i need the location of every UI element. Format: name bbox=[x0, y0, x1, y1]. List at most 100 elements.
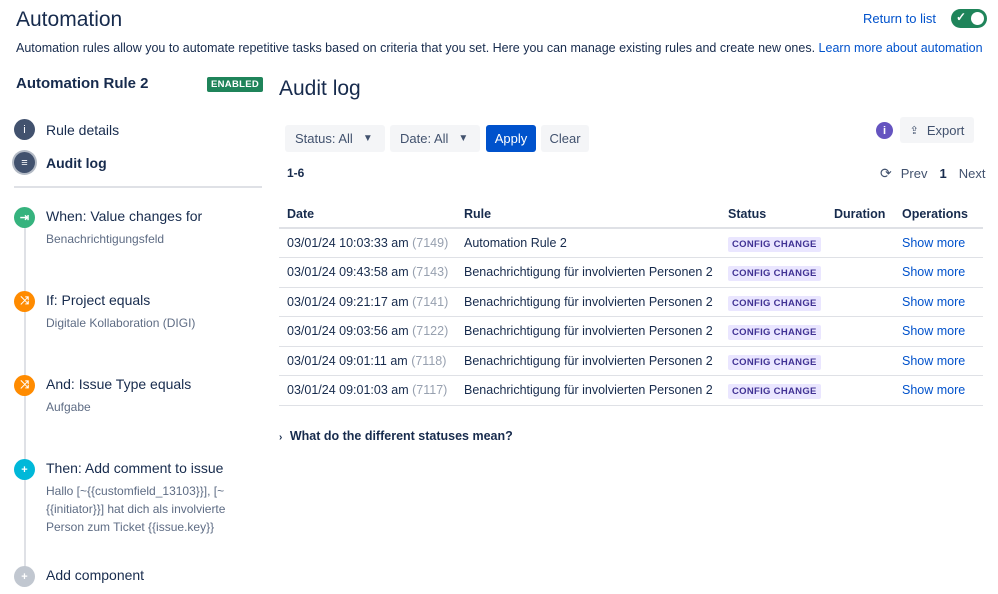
date-cell: 03/01/24 09:01:03 am (7117) bbox=[279, 375, 456, 406]
date-filter-label: Date: All bbox=[400, 131, 449, 146]
status-lozenge: CONFIG CHANGE bbox=[728, 295, 821, 311]
column-header: Status bbox=[720, 200, 826, 229]
chevron-right-icon: › bbox=[279, 432, 283, 443]
status-lozenge: CONFIG CHANGE bbox=[728, 266, 821, 282]
enabled-badge: ENABLED bbox=[207, 77, 264, 92]
chevron-down-icon: ▼ bbox=[362, 133, 373, 144]
plus-icon: + bbox=[14, 566, 35, 587]
status-lozenge: CONFIG CHANGE bbox=[728, 325, 821, 341]
check-icon: ✓ bbox=[956, 10, 967, 24]
table-row: 03/01/24 09:43:58 am (7143) Benachrichtig… bbox=[279, 257, 983, 288]
component-title: And: Issue Type equals bbox=[46, 376, 192, 392]
column-header: Rule bbox=[456, 200, 720, 229]
duration-cell bbox=[826, 375, 894, 406]
operations-cell: Show more bbox=[894, 228, 983, 258]
rule-cell: Benachrichtigung für involvierten Person… bbox=[456, 346, 720, 376]
rule-cell: Benachrichtigung für involvierten Person… bbox=[456, 287, 720, 317]
rule-cell: Benachrichtigung für involvierten Person… bbox=[456, 257, 720, 288]
table-row: 03/01/24 09:03:56 am (7122) Benachrichtig… bbox=[279, 316, 983, 347]
add-component-label: Add component bbox=[46, 567, 145, 583]
show-more-link[interactable]: Show more bbox=[902, 324, 965, 338]
info-icon[interactable]: i bbox=[876, 122, 893, 139]
date-cell: 03/01/24 09:01:11 am (7118) bbox=[279, 346, 456, 376]
status-filter[interactable]: Status: All ▼ bbox=[285, 125, 385, 152]
audit-log-title: Audit log bbox=[279, 77, 361, 100]
sidebar-item-label: Audit log bbox=[46, 154, 107, 171]
show-more-link[interactable]: Show more bbox=[902, 354, 965, 368]
date-cell: 03/01/24 09:03:56 am (7122) bbox=[279, 316, 456, 347]
status-cell: CONFIG CHANGE bbox=[720, 257, 826, 288]
sidebar-item-rule-details[interactable]: i Rule details bbox=[14, 119, 119, 140]
table-row: 03/01/24 09:01:11 am (7118) Benachrichtig… bbox=[279, 346, 983, 376]
status-lozenge: CONFIG CHANGE bbox=[728, 237, 821, 252]
rule-name: Automation Rule 2 bbox=[16, 75, 149, 92]
component-subtitle: Digitale Kollaboration (DIGI) bbox=[46, 316, 196, 330]
status-cell: CONFIG CHANGE bbox=[720, 316, 826, 347]
component-subtitle: Benachrichtigungsfeld bbox=[46, 232, 165, 246]
status-lozenge: CONFIG CHANGE bbox=[728, 354, 821, 370]
next-page-button[interactable]: Next bbox=[959, 166, 986, 181]
trigger-icon: ⇥ bbox=[14, 207, 35, 228]
prev-page-button[interactable]: Prev bbox=[901, 166, 928, 181]
column-header: Duration bbox=[826, 200, 894, 229]
toggle-knob bbox=[971, 12, 984, 25]
component-subtitle: Aufgabe bbox=[46, 400, 91, 414]
page-title: Automation bbox=[16, 8, 123, 31]
audit-id: (7143) bbox=[412, 265, 449, 280]
sidebar-divider bbox=[14, 186, 262, 188]
status-cell: CONFIG CHANGE bbox=[720, 287, 826, 317]
duration-cell bbox=[826, 316, 894, 347]
audit-id: (7141) bbox=[412, 294, 449, 309]
status-help-label: What do the different statuses mean? bbox=[289, 429, 513, 443]
list-icon: ≡ bbox=[14, 152, 35, 173]
operations-cell: Show more bbox=[894, 346, 983, 376]
rule-cell: Automation Rule 2 bbox=[456, 228, 720, 258]
pagination: ⟳ Prev 1 Next bbox=[880, 165, 985, 182]
apply-button[interactable]: Apply bbox=[486, 125, 536, 152]
status-filter-label: Status: All bbox=[295, 131, 353, 146]
show-more-link[interactable]: Show more bbox=[902, 295, 965, 309]
result-range: 1-6 bbox=[287, 166, 305, 180]
comment-icon: + bbox=[14, 459, 35, 480]
table-row: 03/01/24 09:01:03 am (7117) Benachrichtig… bbox=[279, 375, 983, 406]
operations-cell: Show more bbox=[894, 287, 983, 317]
date-cell: 03/01/24 09:21:17 am (7141) bbox=[279, 287, 456, 317]
rule-enabled-toggle[interactable]: ✓ bbox=[951, 9, 987, 28]
show-more-link[interactable]: Show more bbox=[902, 265, 965, 279]
rule-cell: Benachrichtigung für involvierten Person… bbox=[456, 375, 720, 406]
sidebar-item-audit-log[interactable]: ≡ Audit log bbox=[14, 152, 107, 173]
audit-log-table: Date Rule Status Duration Operations 03/… bbox=[279, 200, 983, 406]
rule-cell: Benachrichtigung für involvierten Person… bbox=[456, 316, 720, 347]
show-more-link[interactable]: Show more bbox=[902, 236, 965, 250]
show-more-link[interactable]: Show more bbox=[902, 383, 965, 397]
status-cell: CONFIG CHANGE bbox=[720, 346, 826, 376]
duration-cell bbox=[826, 228, 894, 258]
export-button[interactable]: ⇪ Export bbox=[900, 117, 974, 143]
table-row: 03/01/24 10:03:33 am (7149) Automation Ru… bbox=[279, 228, 983, 258]
return-to-list-link[interactable]: Return to list bbox=[863, 11, 936, 26]
export-icon: ⇪ bbox=[909, 124, 919, 137]
status-help-expander[interactable]: › What do the different statuses mean? bbox=[279, 429, 513, 443]
operations-cell: Show more bbox=[894, 316, 983, 347]
chevron-down-icon: ▼ bbox=[458, 133, 469, 144]
table-row: 03/01/24 09:21:17 am (7141) Benachrichtig… bbox=[279, 287, 983, 317]
column-header: Operations bbox=[894, 200, 983, 229]
date-cell: 03/01/24 09:43:58 am (7143) bbox=[279, 257, 456, 288]
timeline-line bbox=[24, 220, 26, 575]
component-subtitle: Hallo [~{{customfield_13103}}], [~ {{ini… bbox=[46, 484, 226, 534]
refresh-icon[interactable]: ⟳ bbox=[880, 165, 892, 182]
info-icon: i bbox=[14, 119, 35, 140]
audit-id: (7149) bbox=[412, 236, 449, 250]
status-lozenge: CONFIG CHANGE bbox=[728, 384, 821, 400]
table-header-row: Date Rule Status Duration Operations bbox=[279, 200, 983, 229]
column-header: Date bbox=[279, 200, 456, 229]
operations-cell: Show more bbox=[894, 375, 983, 406]
component-title: When: Value changes for bbox=[46, 208, 203, 224]
audit-id: (7122) bbox=[412, 324, 449, 339]
clear-button[interactable]: Clear bbox=[541, 125, 589, 152]
audit-id: (7118) bbox=[411, 353, 447, 368]
learn-more-link[interactable]: Learn more about automation bbox=[819, 41, 983, 55]
duration-cell bbox=[826, 346, 894, 376]
condition-icon: ⤨ bbox=[14, 375, 35, 396]
date-filter[interactable]: Date: All ▼ bbox=[390, 125, 480, 152]
